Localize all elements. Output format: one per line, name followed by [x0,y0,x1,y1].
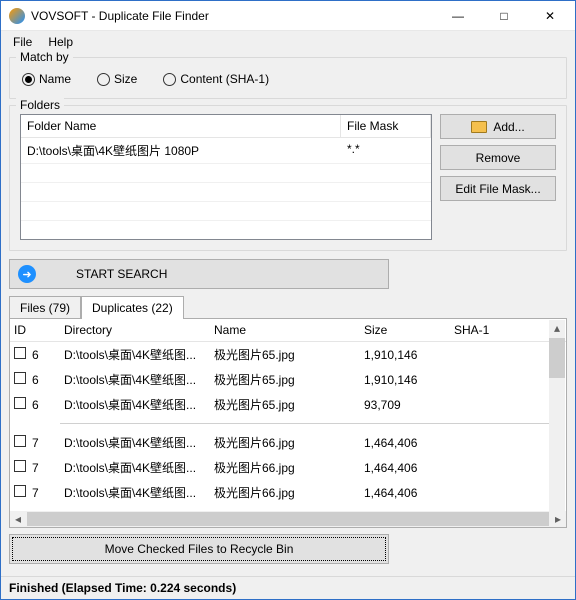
move-to-recycle-button[interactable]: Move Checked Files to Recycle Bin [9,534,389,564]
titlebar[interactable]: VOVSOFT - Duplicate File Finder ― □ ✕ [1,1,575,31]
col-id[interactable]: ID [10,319,60,341]
radio-name[interactable]: Name [22,72,71,86]
vertical-scrollbar[interactable]: ▴ [549,320,565,511]
scroll-up-icon[interactable]: ▴ [549,320,565,336]
folders-legend: Folders [16,98,64,112]
table-row[interactable]: 6D:\tools\桌面\4K壁纸图...极光图片65.jpg1,910,146 [10,367,566,392]
app-icon [9,8,25,24]
tab-files[interactable]: Files (79) [9,296,81,319]
row-checkbox[interactable] [14,435,26,447]
table-row[interactable]: 7D:\tools\桌面\4K壁纸图...极光图片66.jpg1,464,406 [10,480,566,505]
group-folders: Folders Folder Name File Mask D:\tools\桌… [9,105,567,251]
col-file-mask[interactable]: File Mask [341,115,431,137]
col-directory[interactable]: Directory [60,319,210,341]
row-checkbox[interactable] [14,372,26,384]
table-row[interactable]: 6D:\tools\桌面\4K壁纸图...极光图片65.jpg93,709 [10,392,566,417]
scroll-thumb[interactable] [27,512,549,526]
menubar: File Help [1,31,575,53]
remove-folder-button[interactable]: Remove [440,145,556,170]
col-folder-name[interactable]: Folder Name [21,115,341,137]
menu-file[interactable]: File [7,33,38,51]
status-bar: Finished (Elapsed Time: 0.224 seconds) [1,576,575,599]
scroll-left-icon[interactable]: ◂ [10,512,26,526]
dup-header: ID Directory Name Size SHA-1 [10,319,566,342]
minimize-button[interactable]: ― [435,1,481,31]
folder-row[interactable]: D:\tools\桌面\4K壁纸图片 1080P *.* [21,138,431,163]
menu-help[interactable]: Help [42,33,79,51]
radio-icon [97,73,110,86]
scroll-right-icon[interactable]: ▸ [550,512,566,526]
folder-icon [471,121,487,133]
result-tabs: Files (79) Duplicates (22) [9,295,567,318]
start-search-button[interactable]: ➜ START SEARCH [9,259,389,289]
row-checkbox[interactable] [14,460,26,472]
group-match-by: Match by Name Size Content (SHA-1) [9,57,567,99]
match-by-legend: Match by [16,50,73,64]
radio-size[interactable]: Size [97,72,137,86]
play-icon: ➜ [18,265,36,283]
table-row[interactable]: 7D:\tools\桌面\4K壁纸图...极光图片66.jpg1,464,406 [10,455,566,480]
col-size[interactable]: Size [360,319,450,341]
row-checkbox[interactable] [14,397,26,409]
tab-duplicates[interactable]: Duplicates (22) [81,296,184,319]
edit-mask-button[interactable]: Edit File Mask... [440,176,556,201]
radio-icon [163,73,176,86]
folders-table[interactable]: Folder Name File Mask D:\tools\桌面\4K壁纸图片… [20,114,432,240]
close-button[interactable]: ✕ [527,1,573,31]
duplicates-panel: ID Directory Name Size SHA-1 6D:\tools\桌… [9,318,567,528]
row-checkbox[interactable] [14,347,26,359]
row-checkbox[interactable] [14,485,26,497]
add-folder-button[interactable]: Add... [440,114,556,139]
folders-header: Folder Name File Mask [21,115,431,138]
radio-content[interactable]: Content (SHA-1) [163,72,269,86]
col-name[interactable]: Name [210,319,360,341]
window-title: VOVSOFT - Duplicate File Finder [31,9,435,23]
maximize-button[interactable]: □ [481,1,527,31]
table-row[interactable]: 6D:\tools\桌面\4K壁纸图...极光图片65.jpg1,910,146 [10,342,566,367]
radio-icon [22,73,35,86]
scroll-thumb[interactable] [549,338,565,378]
table-row[interactable]: 7D:\tools\桌面\4K壁纸图...极光图片66.jpg1,464,406 [10,430,566,455]
horizontal-scrollbar[interactable]: ◂ ▸ [10,511,566,527]
